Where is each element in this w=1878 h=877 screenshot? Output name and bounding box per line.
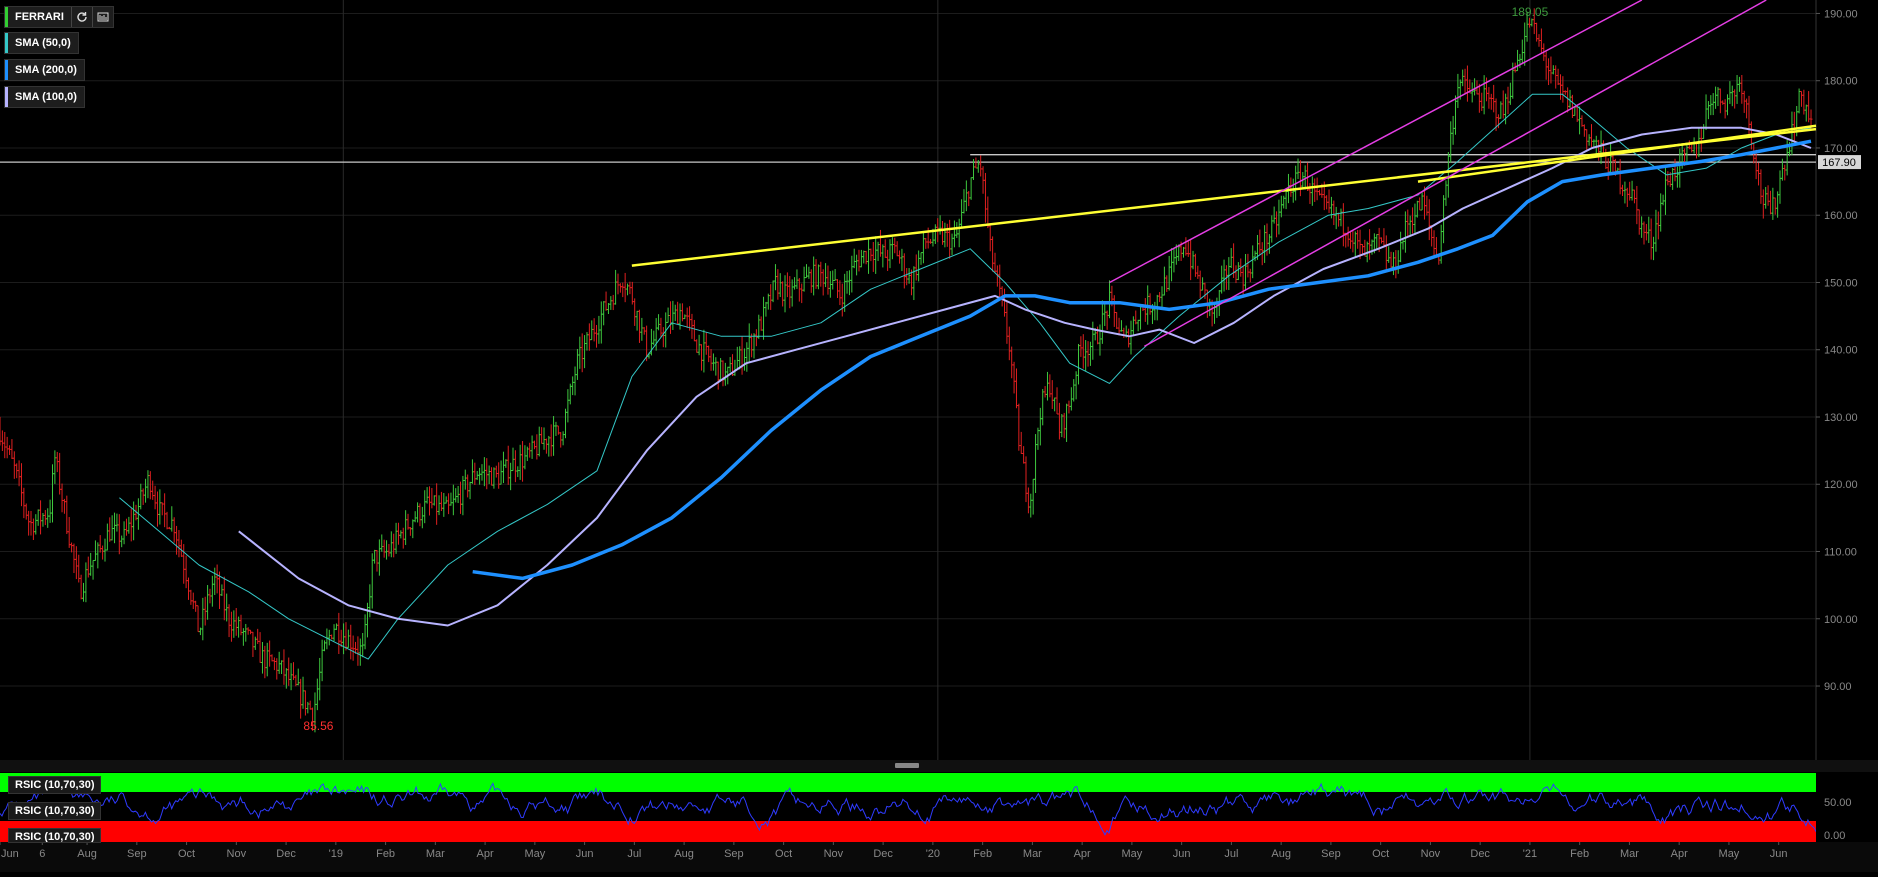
time-tick-label: Sep xyxy=(724,848,744,860)
chart-settings-icon[interactable] xyxy=(91,7,113,27)
time-tick-label: Feb xyxy=(376,848,395,860)
panel-divider xyxy=(0,760,1878,772)
time-tick-label: Jun xyxy=(1770,848,1788,860)
time-tick-label: '21 xyxy=(1523,848,1537,860)
sma-100-label: SMA (100,0) xyxy=(15,91,77,103)
sma-50-legend[interactable]: SMA (50,0) xyxy=(4,32,79,54)
price-tick-label: 150.00 xyxy=(1824,277,1858,289)
time-tick-label: Dec xyxy=(873,848,893,860)
price-tick-label: 160.00 xyxy=(1824,210,1858,222)
sma-100-line xyxy=(238,126,1812,627)
price-tick-label: 140.00 xyxy=(1824,345,1858,357)
time-tick-label: May xyxy=(1719,848,1740,860)
time-tick-label: Feb xyxy=(973,848,992,860)
price-tick-label: 120.00 xyxy=(1824,479,1858,491)
price-tick-label: 170.00 xyxy=(1824,143,1858,155)
time-tick-label: Nov xyxy=(1421,848,1441,860)
symbol-label: FERRARI xyxy=(15,11,64,23)
refresh-icon[interactable] xyxy=(70,7,92,27)
price-axis-bg xyxy=(1816,0,1878,760)
time-tick-label: '20 xyxy=(926,848,940,860)
time-tick-label: Aug xyxy=(77,848,97,860)
rsi-legend-1[interactable]: RSIC (10,70,30) xyxy=(8,776,102,794)
price-tick-label: 100.00 xyxy=(1824,614,1858,626)
price-tick-label: 190.00 xyxy=(1824,8,1858,20)
time-tick-label: Sep xyxy=(127,848,147,860)
current-price-label: 167.90 xyxy=(1822,157,1856,169)
price-chart[interactable]: 90.00 100.00 110.00 120.00 130.00 140.00 150.0… xyxy=(0,0,1878,872)
grid-lines xyxy=(0,0,1816,760)
price-chart-svg[interactable]: 90.00 100.00 110.00 120.00 130.00 140.00 150.0… xyxy=(0,0,1878,872)
rsi-oversold-band xyxy=(0,821,1816,842)
time-tick-label: Nov xyxy=(824,848,844,860)
time-tick-label: Oct xyxy=(1372,848,1389,860)
time-tick-label: Aug xyxy=(674,848,694,860)
ohlc-bars xyxy=(0,8,1813,733)
time-tick-label: Feb xyxy=(1570,848,1589,860)
time-tick-label: May xyxy=(524,848,545,860)
time-tick-label: Aug xyxy=(1271,848,1291,860)
symbol-legend[interactable]: FERRARI xyxy=(4,6,114,28)
time-tick-label: Apr xyxy=(1074,848,1091,860)
time-tick-label: Apr xyxy=(1671,848,1688,860)
time-tick-label: Apr xyxy=(477,848,494,860)
price-tick-label: 130.00 xyxy=(1824,412,1858,424)
time-tick-label: Mar xyxy=(1620,848,1639,860)
time-tick-label: 6 xyxy=(39,848,45,860)
time-tick-label: Jun xyxy=(576,848,594,860)
time-tick-label: Jul xyxy=(627,848,641,860)
rsi-tick-label: 50.00 xyxy=(1824,797,1852,809)
price-tick-label: 180.00 xyxy=(1824,76,1858,88)
time-tick-label: Jul xyxy=(1224,848,1238,860)
time-tick-label: Nov xyxy=(227,848,247,860)
sma-100-legend[interactable]: SMA (100,0) xyxy=(4,86,85,108)
time-tick-label: Dec xyxy=(276,848,296,860)
time-tick-label: Mar xyxy=(1023,848,1042,860)
price-tick-label: 110.00 xyxy=(1824,547,1857,559)
time-tick-label: '19 xyxy=(329,848,343,860)
time-tick-label: Mar xyxy=(426,848,445,860)
sma-200-legend[interactable]: SMA (200,0) xyxy=(4,59,85,81)
time-tick-label: Jun xyxy=(1,848,19,860)
sma-200-label: SMA (200,0) xyxy=(15,64,77,76)
sma-50-label: SMA (50,0) xyxy=(15,37,71,49)
time-tick-label: May xyxy=(1121,848,1142,860)
price-extreme-label: 85.56 xyxy=(303,719,333,733)
price-extreme-label: 189.05 xyxy=(1512,5,1549,19)
panel-resize-handle xyxy=(895,763,919,768)
sma-50-line xyxy=(119,93,1812,660)
time-tick-label: Oct xyxy=(775,848,792,860)
time-tick-label: Jun xyxy=(1173,848,1191,860)
time-tick-label: Sep xyxy=(1321,848,1341,860)
time-tick-label: Dec xyxy=(1470,848,1490,860)
rsi-legend-2[interactable]: RSIC (10,70,30) xyxy=(8,802,102,820)
time-tick-label: Oct xyxy=(178,848,195,860)
rsi-tick-label: 0.00 xyxy=(1824,830,1845,842)
rsi-legend-3[interactable]: RSIC (10,70,30) xyxy=(8,828,102,843)
price-tick-label: 90.00 xyxy=(1824,681,1852,693)
trendline xyxy=(1109,0,1643,284)
